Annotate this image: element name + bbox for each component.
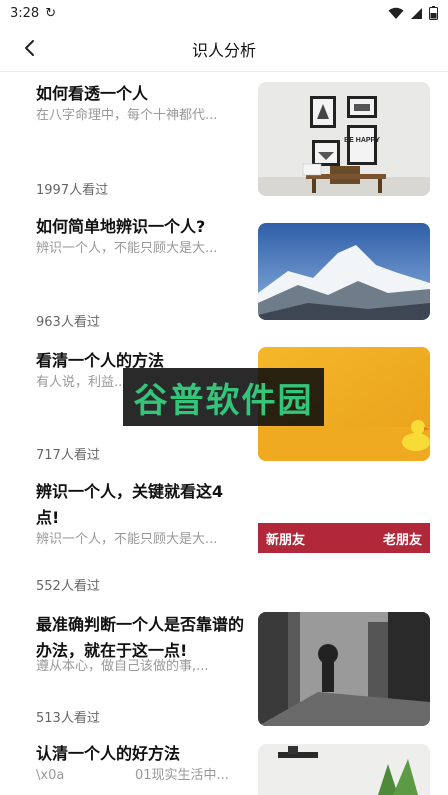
article-thumbnail: 新朋友 老朋友	[258, 523, 430, 553]
article-thumbnail	[258, 612, 430, 726]
article-title: 最准确判断一个人是否靠谱的办法，就在于这一点!	[36, 615, 245, 660]
view-count: 717人看过	[36, 448, 100, 463]
article-summary-extra: 01现实生活中...	[135, 768, 229, 783]
status-bar: 3:28 ↻	[0, 0, 448, 26]
view-count: 552人看过	[36, 579, 100, 594]
signal-icon	[411, 7, 422, 19]
chevron-left-icon	[25, 40, 34, 56]
article-item[interactable]: 认清一个人的好方法 \x0a 01现实生活中...	[0, 743, 448, 795]
article-title: 如何看透一个人	[36, 84, 149, 103]
article-title: 认清一个人的好方法	[36, 744, 181, 763]
article-item[interactable]: 辨识一个人，关键就看这4点! 辨识一个人，不能只顾大是大... 552人看过 新…	[0, 479, 448, 613]
nav-bar: 识人分析	[0, 26, 448, 72]
page-title: 识人分析	[191, 40, 256, 60]
banner-notch	[328, 523, 342, 524]
article-summary: 辨识一个人，不能只顾大是大...	[36, 241, 218, 256]
view-count: 1997人看过	[36, 183, 109, 198]
sync-icon: ↻	[45, 5, 57, 21]
article-item[interactable]: 最准确判断一个人是否靠谱的办法，就在于这一点! 遵从本心，做自己该做的事,...…	[0, 612, 448, 743]
watermark-text: 谷普软件园	[133, 380, 314, 421]
battery-icon	[429, 6, 438, 20]
article-title: 如何简单地辨识一个人?	[36, 217, 206, 236]
article-summary: 辨识一个人，不能只顾大是大...	[36, 532, 218, 547]
article-thumbnail	[258, 223, 430, 320]
article-summary: 在八字命理中，每个十神都代...	[36, 108, 218, 123]
article-title: 辨识一个人，关键就看这4点!	[36, 482, 224, 527]
frame-text: BE HAPPY	[344, 137, 380, 144]
article-thumbnail: BE HAPPY	[258, 82, 430, 196]
article-item[interactable]: 如何简单地辨识一个人? 辨识一个人，不能只顾大是大... 963人看过	[0, 209, 448, 346]
article-thumbnail	[258, 744, 430, 795]
banner-right-text: 老朋友	[382, 532, 422, 548]
article-summary: 遵从本心，做自己该做的事,...	[36, 659, 209, 674]
view-count: 513人看过	[36, 711, 100, 726]
banner-left-text: 新朋友	[266, 532, 306, 548]
back-button[interactable]	[16, 34, 44, 62]
article-item[interactable]: 如何看透一个人 在八字命理中，每个十神都代... 1997人看过 BE HAPP…	[0, 73, 448, 209]
watermark-logo: 谷普软件园	[123, 368, 324, 426]
status-time: 3:28	[10, 5, 40, 21]
wifi-icon	[388, 7, 404, 19]
view-count: 963人看过	[36, 315, 100, 330]
article-summary: \x0a	[36, 768, 65, 783]
